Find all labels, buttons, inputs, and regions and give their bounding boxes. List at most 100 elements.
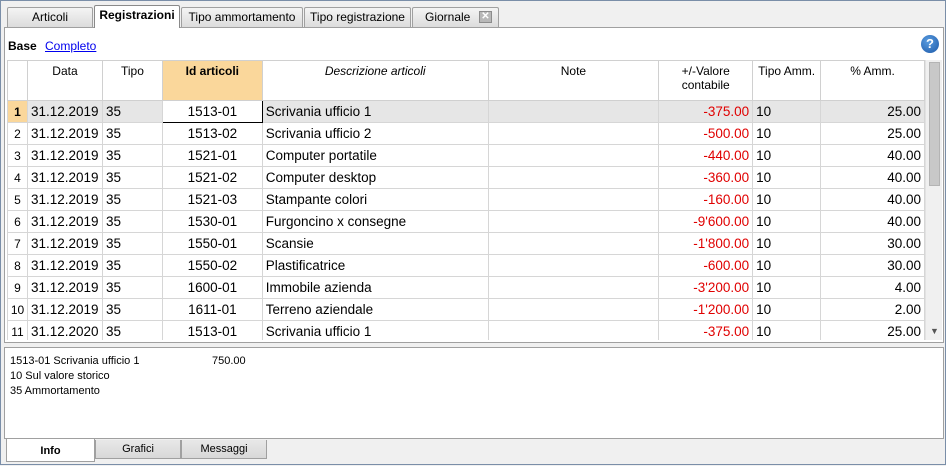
cell-id-articoli[interactable]: 1550-01 xyxy=(161,232,263,255)
cell-note[interactable] xyxy=(487,276,660,299)
cell-descrizione[interactable]: Plastificatrice xyxy=(261,254,489,277)
cell-perc-amm[interactable]: 30.00 xyxy=(820,254,925,277)
tab-tipo-ammortamento[interactable]: Tipo ammortamento xyxy=(181,7,303,27)
row-number-cell[interactable]: 3 xyxy=(7,144,28,167)
scrollbar-thumb[interactable] xyxy=(929,62,940,186)
cell-note[interactable] xyxy=(487,100,660,123)
cell-tipo[interactable]: 35 xyxy=(101,276,163,299)
cell-tipo-amm[interactable]: 10 xyxy=(752,122,822,145)
cell-note[interactable] xyxy=(487,232,660,255)
cell-note[interactable] xyxy=(487,298,660,321)
cell-data[interactable]: 31.12.2019 xyxy=(26,188,103,211)
cell-id-articoli[interactable]: 1513-01 xyxy=(161,320,263,340)
cell-perc-amm[interactable]: 40.00 xyxy=(820,188,925,211)
cell-tipo-amm[interactable]: 10 xyxy=(752,254,822,277)
cell-data[interactable]: 31.12.2019 xyxy=(26,210,103,233)
cell-tipo-amm[interactable]: 10 xyxy=(752,166,822,189)
cell-data[interactable]: 31.12.2020 xyxy=(26,320,103,340)
col-header-tipo-amm[interactable]: Tipo Amm. xyxy=(752,60,822,101)
tab-tipo-registrazione[interactable]: Tipo registrazione xyxy=(304,7,411,27)
table-row[interactable]: 5 31.12.2019 35 1521-03 Stampante colori -160… xyxy=(7,188,925,211)
cell-id-articoli[interactable]: 1550-02 xyxy=(161,254,263,277)
cell-tipo[interactable]: 35 xyxy=(101,320,163,340)
table-row[interactable]: 10 31.12.2019 35 1611-01 Terreno aziendale -1… xyxy=(7,298,925,321)
cell-data[interactable]: 31.12.2019 xyxy=(26,100,103,123)
cell-perc-amm[interactable]: 4.00 xyxy=(820,276,925,299)
row-number-cell[interactable]: 7 xyxy=(7,232,28,255)
cell-tipo[interactable]: 35 xyxy=(101,100,163,123)
row-number-cell[interactable]: 4 xyxy=(7,166,28,189)
cell-id-articoli[interactable]: 1521-03 xyxy=(161,188,263,211)
cell-descrizione[interactable]: Stampante colori xyxy=(261,188,489,211)
cell-tipo-amm[interactable]: 10 xyxy=(752,232,822,255)
cell-data[interactable]: 31.12.2019 xyxy=(26,232,103,255)
cell-valore-contabile[interactable]: -160.00 xyxy=(658,188,754,211)
cell-valore-contabile[interactable]: -500.00 xyxy=(658,122,754,145)
cell-descrizione[interactable]: Scansie xyxy=(261,232,489,255)
cell-tipo-amm[interactable]: 10 xyxy=(752,188,822,211)
cell-valore-contabile[interactable]: -375.00 xyxy=(658,320,754,340)
row-number-cell[interactable]: 9 xyxy=(7,276,28,299)
cell-id-articoli[interactable]: 1611-01 xyxy=(161,298,263,321)
cell-id-articoli[interactable]: 1513-01 xyxy=(161,100,263,123)
tab-messaggi[interactable]: Messaggi xyxy=(181,440,267,459)
col-header-tipo[interactable]: Tipo xyxy=(101,60,163,101)
table-row[interactable]: 6 31.12.2019 35 1530-01 Furgoncino x consegn… xyxy=(7,210,925,233)
cell-valore-contabile[interactable]: -1'800.00 xyxy=(658,232,754,255)
table-row[interactable]: 9 31.12.2019 35 1600-01 Immobile azienda -3'2… xyxy=(7,276,925,299)
tab-grafici[interactable]: Grafici xyxy=(95,440,181,459)
tab-giornale[interactable]: Giornale ✕ xyxy=(412,7,499,27)
cell-id-articoli[interactable]: 1521-01 xyxy=(161,144,263,167)
cell-descrizione[interactable]: Scrivania ufficio 2 xyxy=(261,122,489,145)
view-completo-link[interactable]: Completo xyxy=(45,39,96,53)
cell-valore-contabile[interactable]: -9'600.00 xyxy=(658,210,754,233)
col-header-descrizione[interactable]: Descrizione articoli xyxy=(261,60,489,101)
row-number-cell[interactable]: 2 xyxy=(7,122,28,145)
cell-tipo-amm[interactable]: 10 xyxy=(752,100,822,123)
cell-perc-amm[interactable]: 25.00 xyxy=(820,320,925,340)
row-number-cell[interactable]: 10 xyxy=(7,298,28,321)
row-number-cell[interactable]: 6 xyxy=(7,210,28,233)
row-number-cell[interactable]: 11 xyxy=(7,320,28,340)
col-header-id-articoli[interactable]: Id articoli xyxy=(161,60,263,101)
close-icon[interactable]: ✕ xyxy=(479,11,492,23)
cell-valore-contabile[interactable]: -360.00 xyxy=(658,166,754,189)
cell-tipo[interactable]: 35 xyxy=(101,254,163,277)
cell-data[interactable]: 31.12.2019 xyxy=(26,254,103,277)
col-header-data[interactable]: Data xyxy=(26,60,103,101)
cell-data[interactable]: 31.12.2019 xyxy=(26,298,103,321)
cell-tipo[interactable]: 35 xyxy=(101,144,163,167)
table-row[interactable]: 11 31.12.2020 35 1513-01 Scrivania ufficio 1… xyxy=(7,320,925,340)
help-icon[interactable]: ? xyxy=(921,35,939,53)
col-header-note[interactable]: Note xyxy=(487,60,660,101)
cell-perc-amm[interactable]: 40.00 xyxy=(820,210,925,233)
vertical-scrollbar[interactable]: ▼ xyxy=(925,60,942,340)
cell-data[interactable]: 31.12.2019 xyxy=(26,276,103,299)
cell-tipo-amm[interactable]: 10 xyxy=(752,298,822,321)
cell-tipo[interactable]: 35 xyxy=(101,210,163,233)
cell-perc-amm[interactable]: 30.00 xyxy=(820,232,925,255)
cell-tipo[interactable]: 35 xyxy=(101,166,163,189)
cell-perc-amm[interactable]: 25.00 xyxy=(820,122,925,145)
col-header-perc-amm[interactable]: % Amm. xyxy=(820,60,925,101)
cell-perc-amm[interactable]: 2.00 xyxy=(820,298,925,321)
col-header-valore-contabile[interactable]: +/-Valore contabile xyxy=(658,60,754,101)
table-row[interactable]: 1 31.12.2019 35 1513-01 Scrivania ufficio 1 -… xyxy=(7,100,925,123)
cell-descrizione[interactable]: Computer desktop xyxy=(261,166,489,189)
chevron-down-icon[interactable]: ▼ xyxy=(926,323,943,340)
cell-tipo[interactable]: 35 xyxy=(101,298,163,321)
cell-id-articoli[interactable]: 1513-02 xyxy=(161,122,263,145)
cell-valore-contabile[interactable]: -3'200.00 xyxy=(658,276,754,299)
cell-valore-contabile[interactable]: -440.00 xyxy=(658,144,754,167)
cell-tipo-amm[interactable]: 10 xyxy=(752,320,822,340)
cell-note[interactable] xyxy=(487,166,660,189)
cell-tipo[interactable]: 35 xyxy=(101,122,163,145)
tab-info[interactable]: Info xyxy=(6,439,95,462)
cell-data[interactable]: 31.12.2019 xyxy=(26,122,103,145)
cell-valore-contabile[interactable]: -375.00 xyxy=(658,100,754,123)
row-number-cell[interactable]: 1 xyxy=(7,100,28,123)
table-row[interactable]: 3 31.12.2019 35 1521-01 Computer portatile -4… xyxy=(7,144,925,167)
row-number-cell[interactable]: 8 xyxy=(7,254,28,277)
table-row[interactable]: 4 31.12.2019 35 1521-02 Computer desktop -360… xyxy=(7,166,925,189)
cell-id-articoli[interactable]: 1600-01 xyxy=(161,276,263,299)
